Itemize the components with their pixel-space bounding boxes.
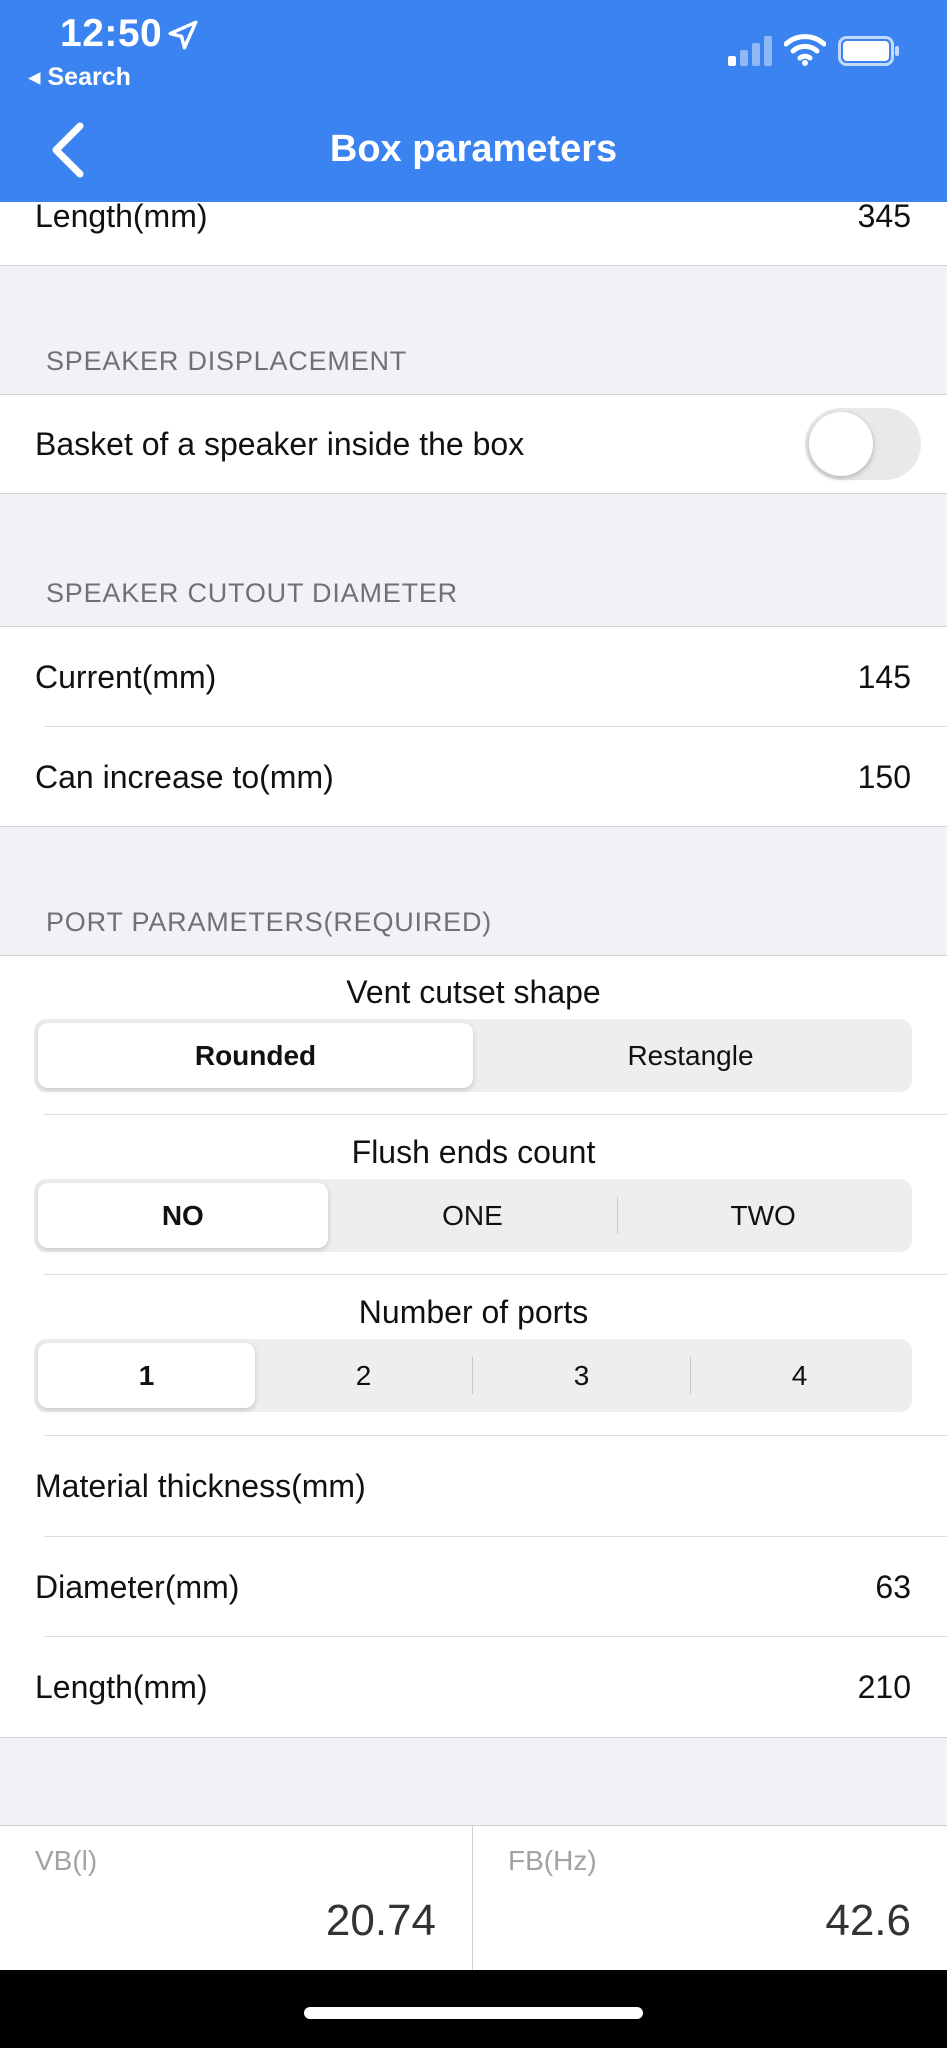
- material-thickness-row[interactable]: Material thickness(mm): [0, 1436, 947, 1536]
- status-bar: 12:50 ◂ Search: [0, 0, 947, 100]
- port-length-row[interactable]: Length(mm) 210: [0, 1637, 947, 1737]
- vent-shape-option-rounded[interactable]: Rounded: [38, 1023, 473, 1088]
- status-time: 12:50: [60, 12, 163, 55]
- flush-ends-segmented-control: NO ONE TWO: [34, 1179, 912, 1252]
- port-diameter-row[interactable]: Diameter(mm) 63: [0, 1537, 947, 1637]
- vent-shape-segmented-control: Rounded Restangle: [34, 1019, 912, 1092]
- flush-ends-option-no[interactable]: NO: [38, 1183, 328, 1248]
- cutout-max-label: Can increase to(mm): [35, 758, 334, 795]
- location-arrow-icon: [168, 20, 198, 50]
- section-header-port-parameters: PORT PARAMETERS(REQUIRED): [46, 907, 493, 937]
- toggle-knob: [809, 412, 873, 476]
- port-diameter-value[interactable]: 63: [875, 1569, 911, 1606]
- page-title: Box parameters: [329, 128, 618, 170]
- cutout-current-row[interactable]: Current(mm) 145: [0, 627, 947, 727]
- row-separator: [44, 1274, 947, 1275]
- flush-ends-option-two[interactable]: TWO: [618, 1183, 908, 1248]
- fb-value: 42.6: [825, 1896, 911, 1945]
- vb-value: 20.74: [325, 1896, 436, 1945]
- vb-cell: VB(l) 20.74: [0, 1826, 472, 1971]
- cutout-current-value[interactable]: 145: [858, 659, 911, 696]
- cutout-max-row[interactable]: Can increase to(mm) 150: [0, 727, 947, 827]
- cutout-max-value[interactable]: 150: [858, 759, 911, 796]
- wifi-icon: [784, 34, 826, 66]
- box-length-value[interactable]: 345: [858, 198, 911, 235]
- home-indicator[interactable]: [304, 2007, 643, 2019]
- vent-shape-option-rectangle[interactable]: Restangle: [473, 1023, 908, 1088]
- cutout-current-label: Current(mm): [35, 658, 217, 695]
- divider: [0, 265, 947, 266]
- divider: [0, 1737, 947, 1738]
- material-thickness-label: Material thickness(mm): [35, 1467, 366, 1504]
- box-length-row[interactable]: Length(mm) 345: [0, 166, 947, 266]
- section-header-speaker-cutout: SPEAKER CUTOUT DIAMETER: [46, 578, 458, 608]
- number-of-ports-segmented-control: 1 2 3 4: [34, 1339, 912, 1412]
- vent-shape-label: Vent cutset shape: [346, 974, 601, 1010]
- row-separator: [44, 1114, 947, 1115]
- flush-ends-label: Flush ends count: [351, 1134, 596, 1170]
- ports-option-3[interactable]: 3: [473, 1343, 690, 1408]
- port-length-value[interactable]: 210: [858, 1669, 911, 1706]
- number-of-ports-label: Number of ports: [358, 1294, 589, 1330]
- speaker-inside-box-toggle[interactable]: [805, 408, 921, 480]
- section-header-speaker-displacement: SPEAKER DISPLACEMENT: [46, 346, 408, 376]
- back-to-app-link[interactable]: ◂ Search: [28, 62, 131, 92]
- divider: [0, 955, 947, 956]
- box-length-label: Length(mm): [35, 197, 208, 234]
- home-indicator-area: [0, 1970, 947, 2048]
- port-diameter-label: Diameter(mm): [35, 1568, 240, 1605]
- ports-option-1[interactable]: 1: [38, 1343, 255, 1408]
- divider: [0, 493, 947, 494]
- cellular-signal-icon: [728, 36, 772, 66]
- port-length-label: Length(mm): [35, 1668, 208, 1705]
- fb-cell: FB(Hz) 42.6: [473, 1826, 947, 1971]
- results-panel: VB(l) 20.74 FB(Hz) 42.6: [0, 1825, 947, 1971]
- fb-label: FB(Hz): [508, 1845, 597, 1876]
- vb-label: VB(l): [35, 1845, 98, 1876]
- ports-option-4[interactable]: 4: [691, 1343, 908, 1408]
- battery-icon: [838, 36, 899, 66]
- flush-ends-option-one[interactable]: ONE: [328, 1183, 618, 1248]
- ports-option-2[interactable]: 2: [255, 1343, 472, 1408]
- divider: [0, 826, 947, 827]
- speaker-inside-box-label: Basket of a speaker inside the box: [35, 425, 525, 462]
